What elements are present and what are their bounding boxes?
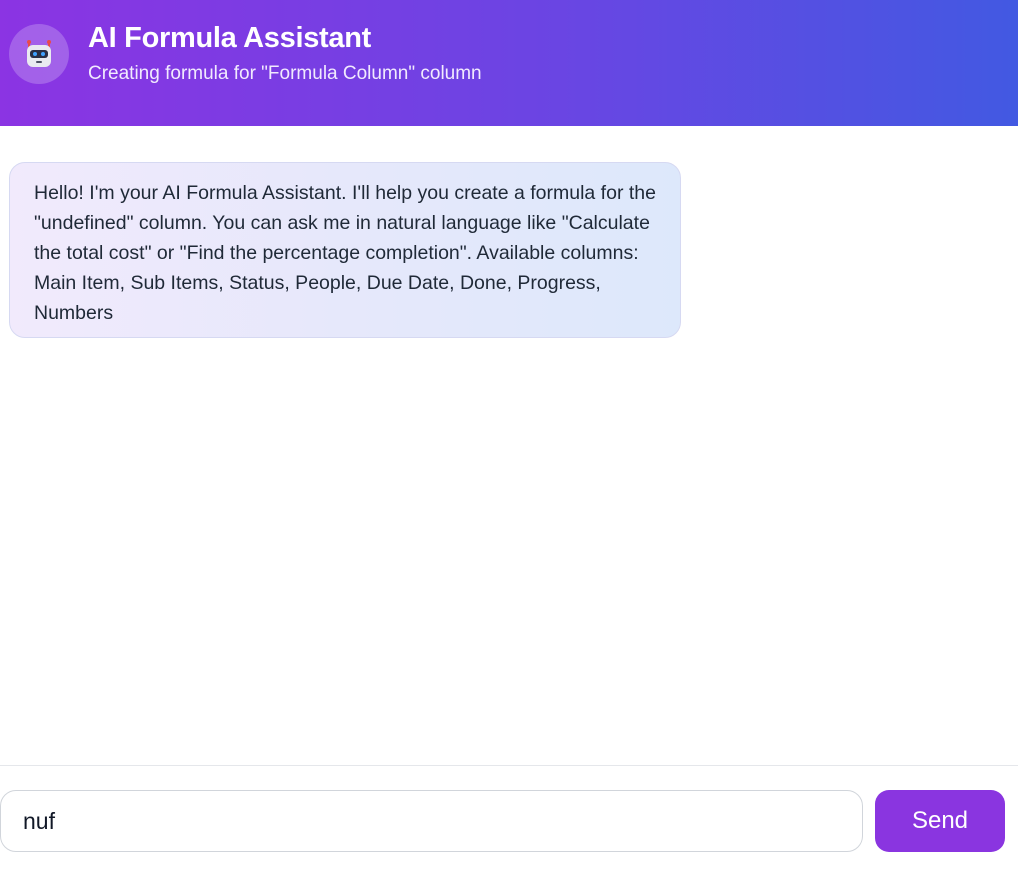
robot-icon [9,24,69,84]
send-button[interactable]: Send [875,790,1005,852]
composer-divider [0,765,1018,766]
header-title: AI Formula Assistant [88,22,371,54]
assistant-message: Hello! I'm your AI Formula Assistant. I'… [9,162,681,338]
message-list: Hello! I'm your AI Formula Assistant. I'… [0,126,1018,765]
message-input[interactable] [0,790,863,852]
header-subtitle: Creating formula for "Formula Column" co… [88,63,482,84]
chat-header: AI Formula Assistant Creating formula fo… [0,0,1018,126]
